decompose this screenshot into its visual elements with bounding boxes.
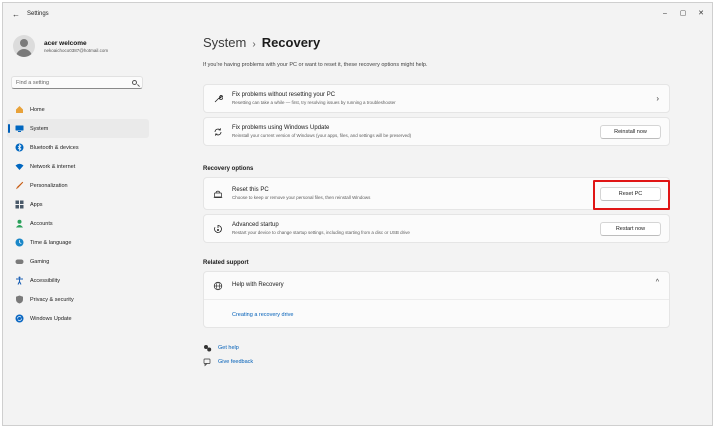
reset-pc-icon	[213, 189, 223, 199]
window-controls: – ▢ ✕	[656, 3, 710, 23]
fix-windows-update-card: Fix problems using Windows Update Reinst…	[203, 117, 670, 146]
sidebar-item-label: Time & language	[30, 239, 72, 246]
sidebar-item-time-language[interactable]: Time & language	[7, 233, 149, 252]
back-arrow-icon[interactable]: ←	[7, 5, 25, 23]
sidebar-item-accessibility[interactable]: Accessibility	[7, 271, 149, 290]
related-support-heading: Related support	[203, 260, 249, 266]
sidebar-item-label: Accessibility	[30, 277, 60, 284]
maximize-button[interactable]: ▢	[674, 3, 692, 23]
minimize-button[interactable]: –	[656, 3, 674, 23]
gaming-icon	[15, 257, 24, 266]
reset-pc-highlight	[593, 180, 670, 210]
accounts-icon	[15, 219, 24, 228]
fix-windows-update-title: Fix problems using Windows Update	[232, 125, 330, 131]
system-icon	[15, 124, 24, 133]
fix-without-reset-desc: Resetting can take a while — first, try …	[232, 100, 396, 105]
time-language-icon	[15, 238, 24, 247]
sidebar-item-bluetooth-devices[interactable]: Bluetooth & devices	[7, 138, 149, 157]
main-content: System › Recovery If you're having probl…	[173, 27, 708, 427]
advanced-startup-card: Advanced startup Restart your device to …	[203, 214, 670, 243]
shield-icon	[15, 295, 24, 304]
sidebar-item-home[interactable]: Home	[7, 100, 149, 119]
chevron-up-icon[interactable]: ^	[656, 279, 659, 286]
sidebar-item-network-internet[interactable]: Network & internet	[7, 157, 149, 176]
reset-pc-title: Reset this PC	[232, 187, 269, 193]
fix-windows-update-desc: Reinstall your current version of Window…	[232, 133, 412, 138]
sidebar-item-windows-update[interactable]: Windows Update	[7, 309, 149, 328]
recovery-options-heading: Recovery options	[203, 166, 254, 172]
get-help-link[interactable]: Get help	[203, 341, 253, 355]
feedback-icon	[203, 358, 212, 367]
sidebar-item-system[interactable]: System	[7, 119, 149, 138]
search-box[interactable]	[11, 76, 143, 89]
reset-pc-desc: Choose to keep or remove your personal f…	[232, 195, 371, 200]
footer-links: Get help Give feedback	[203, 341, 253, 369]
intro-text: If you're having problems with your PC o…	[203, 62, 428, 68]
home-icon	[15, 105, 24, 114]
get-help-icon	[203, 344, 212, 353]
sidebar-item-label: Bluetooth & devices	[30, 144, 79, 151]
fix-without-reset-title: Fix problems without resetting your PC	[232, 92, 336, 98]
sidebar-item-label: Gaming	[30, 258, 50, 265]
help-with-recovery-header[interactable]: Help with Recovery ^	[204, 272, 669, 300]
sidebar-item-gaming[interactable]: Gaming	[7, 252, 149, 271]
windows-update-icon	[15, 314, 24, 323]
sidebar-item-privacy-security[interactable]: Privacy & security	[7, 290, 149, 309]
give-feedback-link[interactable]: Give feedback	[203, 355, 253, 369]
profile[interactable]: acer welcome nekoaichoco0387@hotmail.com	[13, 35, 108, 57]
sidebar: acer welcome nekoaichoco0387@hotmail.com…	[3, 27, 153, 427]
sidebar-item-label: Network & internet	[30, 163, 76, 170]
title-bar: ← Settings – ▢ ✕	[3, 3, 712, 25]
advanced-startup-desc: Restart your device to change startup se…	[232, 230, 410, 235]
wrench-icon	[213, 94, 223, 104]
profile-email: nekoaichoco0387@hotmail.com	[44, 47, 109, 53]
breadcrumb-recovery: Recovery	[261, 35, 321, 50]
sidebar-item-label: Personalization	[30, 182, 68, 189]
network-icon	[15, 162, 24, 171]
accessibility-icon	[15, 276, 24, 285]
fix-without-reset-card[interactable]: Fix problems without resetting your PC R…	[203, 84, 670, 113]
sidebar-item-label: Apps	[30, 201, 43, 208]
refresh-icon	[213, 127, 223, 137]
sidebar-item-apps[interactable]: Apps	[7, 195, 149, 214]
search-input[interactable]	[16, 79, 126, 86]
sidebar-item-accounts[interactable]: Accounts	[7, 214, 149, 233]
app-title: Settings	[27, 11, 49, 17]
advanced-startup-title: Advanced startup	[232, 222, 279, 228]
sidebar-item-personalization[interactable]: Personalization	[7, 176, 149, 195]
bluetooth-icon	[15, 143, 24, 152]
give-feedback-label[interactable]: Give feedback	[218, 359, 253, 365]
breadcrumb-system[interactable]: System	[203, 35, 246, 50]
profile-name: acer welcome	[44, 39, 87, 47]
close-button[interactable]: ✕	[692, 3, 710, 23]
get-help-label[interactable]: Get help	[218, 345, 239, 351]
globe-icon	[213, 281, 223, 291]
settings-window: ← Settings – ▢ ✕ acer welcome nekoaichoc…	[2, 2, 713, 426]
advanced-startup-icon	[213, 224, 223, 234]
search-icon[interactable]	[132, 80, 137, 85]
avatar	[13, 35, 35, 57]
reinstall-now-button[interactable]: Reinstall now	[600, 124, 661, 139]
sidebar-nav: Home System Bluetooth & devices Network & i…	[7, 100, 149, 328]
chevron-right-icon: ›	[656, 94, 659, 103]
help-with-recovery-card: Help with Recovery ^ Creating a recovery…	[203, 271, 670, 328]
breadcrumb-separator: ›	[252, 39, 256, 50]
sidebar-item-label: Privacy & security	[30, 296, 74, 303]
creating-recovery-drive-link[interactable]: Creating a recovery drive	[232, 312, 293, 318]
sidebar-item-label: Home	[30, 106, 45, 113]
apps-icon	[15, 200, 24, 209]
sidebar-item-label: Accounts	[30, 220, 53, 227]
brush-icon	[15, 181, 24, 190]
sidebar-item-label: System	[30, 125, 49, 132]
help-with-recovery-title: Help with Recovery	[232, 282, 284, 288]
page-title: System › Recovery	[203, 35, 320, 50]
sidebar-item-label: Windows Update	[30, 315, 72, 322]
restart-now-button[interactable]: Restart now	[600, 221, 661, 236]
